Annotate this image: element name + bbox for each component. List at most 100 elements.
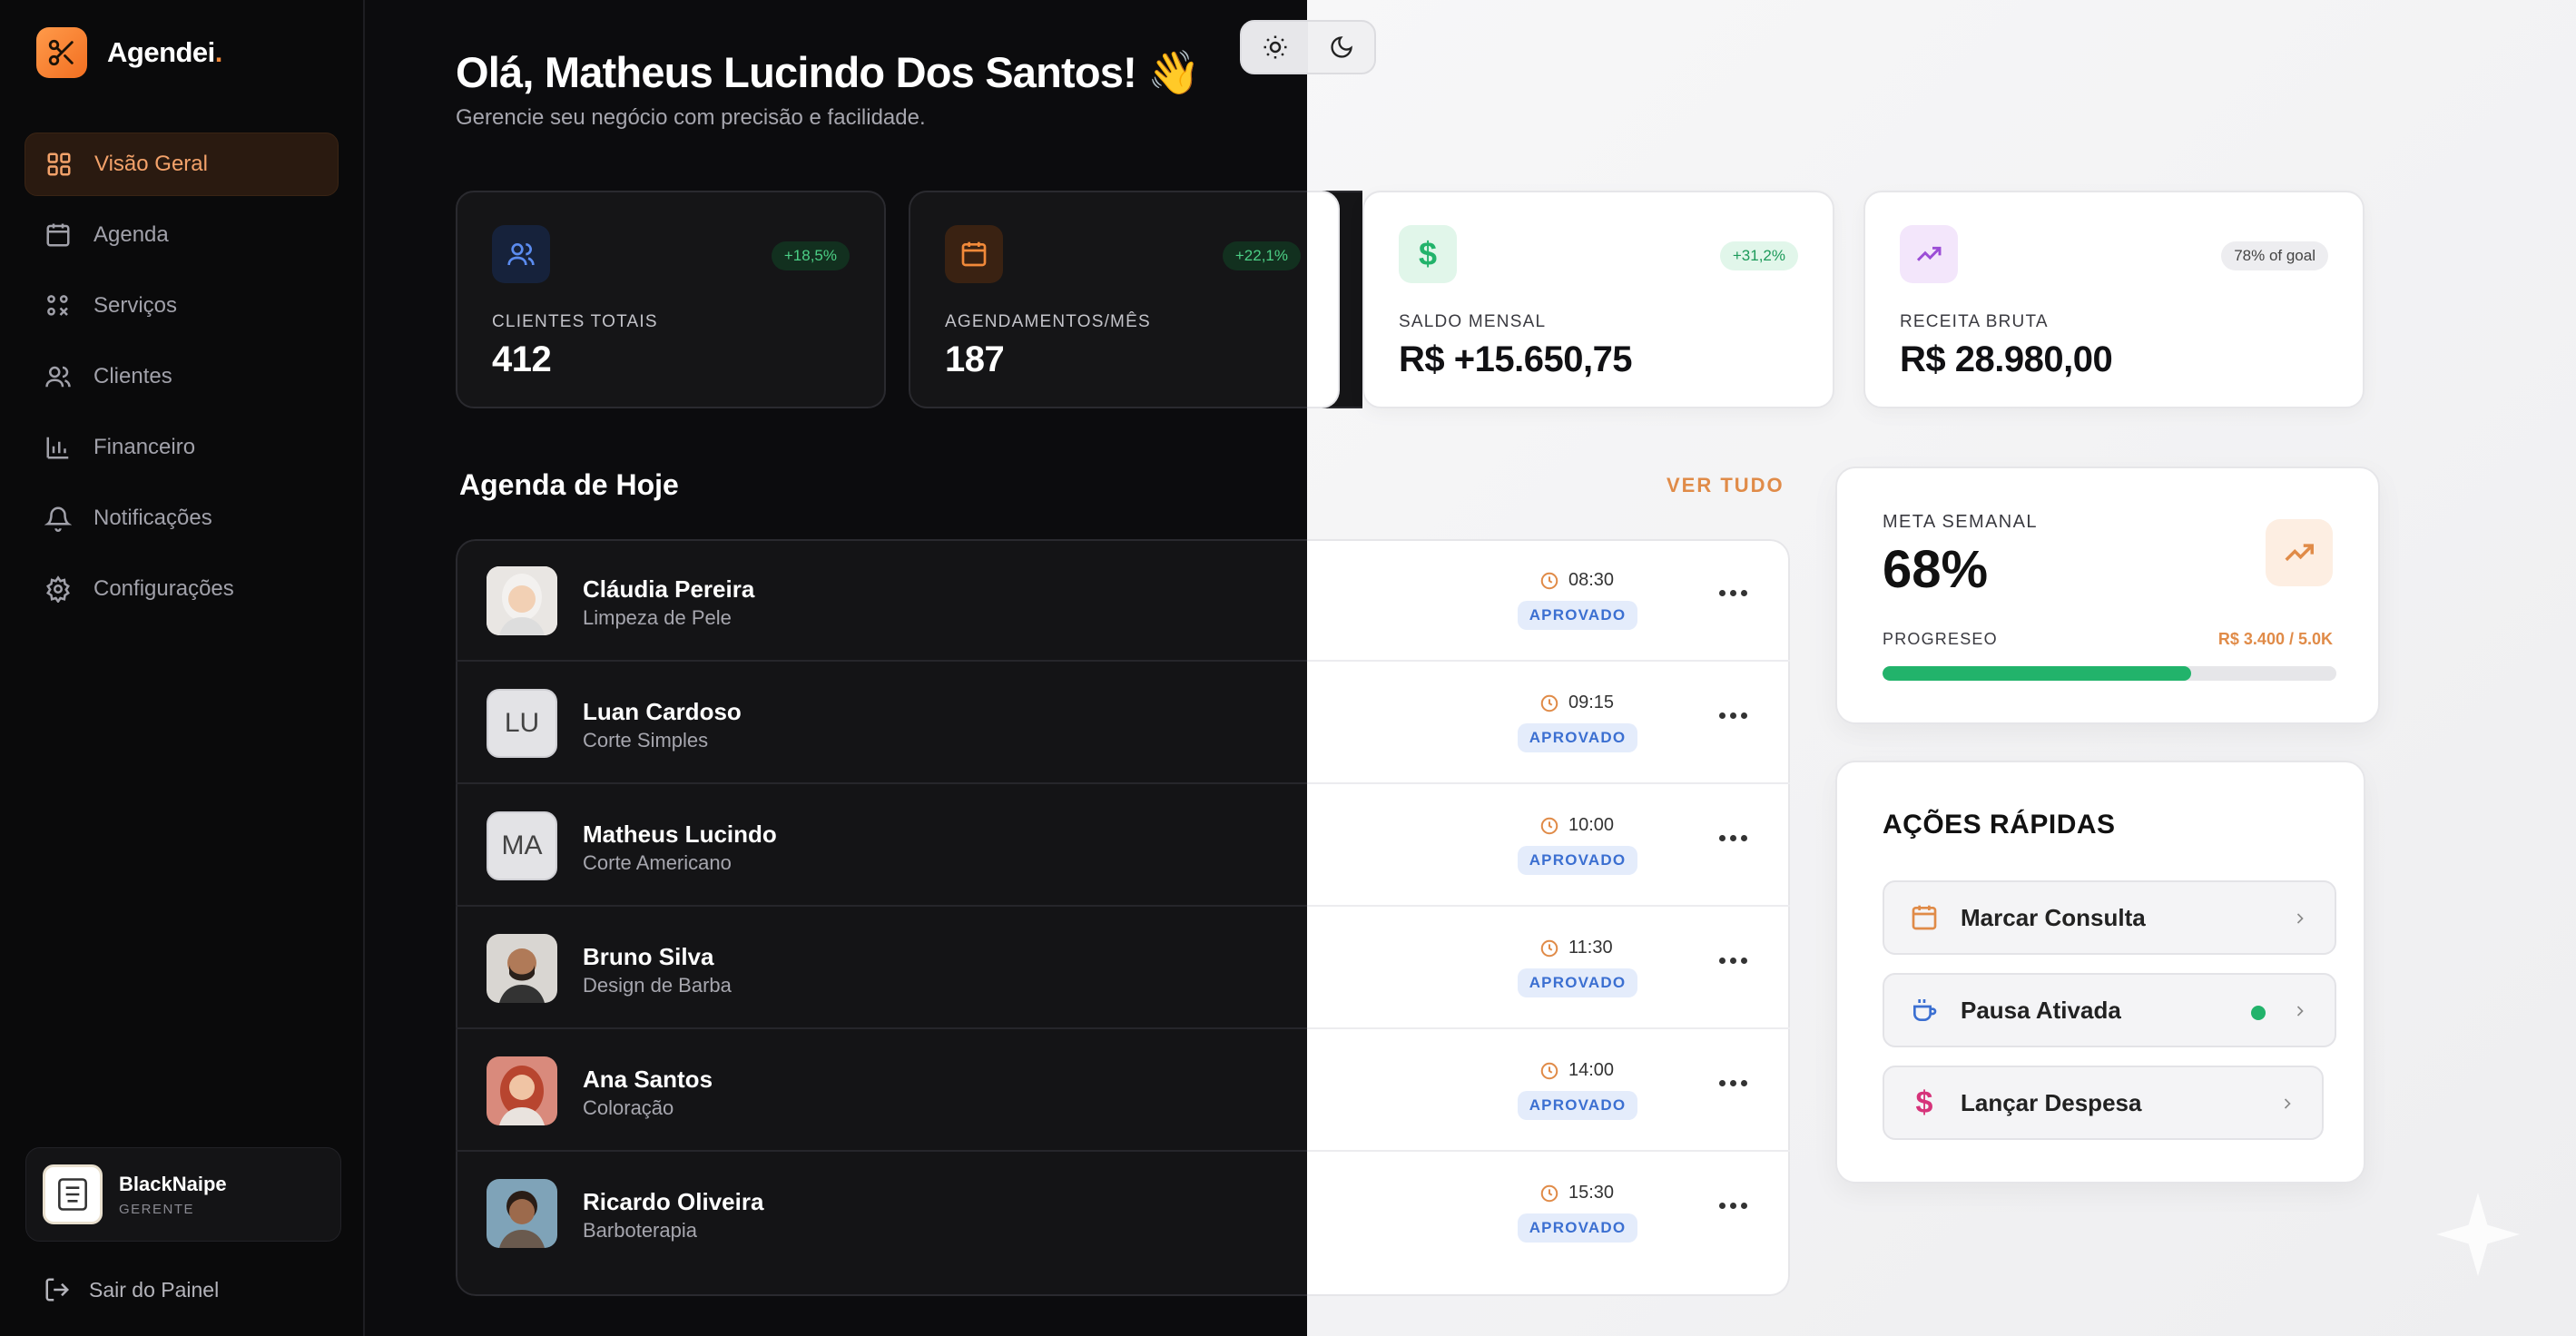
grid-icon — [47, 152, 71, 176]
stat-card-receita-bruta[interactable]: 78% of goal RECEITA BRUTA R$ 28.980,00 — [1863, 191, 2365, 408]
bell-icon — [44, 506, 72, 532]
stat-card-agendamentos-light-edge — [1307, 191, 1340, 408]
client-name: Ricardo Oliveira — [583, 1188, 764, 1215]
progress-label: PROGRESEO — [1883, 630, 1998, 648]
record-expense-button[interactable]: $ Lançar Despesa — [1883, 1066, 2324, 1140]
agenda-list: Cláudia Pereira Limpeza de Pele 08:30 AP… — [456, 539, 1790, 1296]
sun-icon — [1263, 35, 1286, 59]
sidebar-item-visao-geral[interactable]: Visão Geral — [25, 133, 339, 196]
services-icon — [47, 295, 68, 316]
progress-amount: R$ 3.400 / 5.0K — [2217, 630, 2333, 648]
profile-role: GERENTE — [119, 1201, 195, 1217]
more-options-icon[interactable] — [1719, 1203, 1747, 1209]
sidebar-item-label: Agenda — [93, 222, 169, 247]
brand[interactable]: Agendei. — [36, 27, 222, 78]
list-item[interactable]: Cláudia Pereira Limpeza de Pele 08:30 AP… — [456, 539, 1790, 662]
stat-label: RECEITA BRUTA — [1900, 312, 2049, 331]
sidebar-item-notificacoes[interactable]: Notificações — [25, 486, 339, 550]
calendar-icon — [46, 223, 70, 247]
stat-label: CLIENTES TOTAIS — [492, 312, 658, 331]
sidebar-item-agenda[interactable]: Agenda — [25, 203, 339, 267]
stat-badge: 78% of goal — [2221, 241, 2328, 270]
sparkle-icon — [2436, 1193, 2520, 1276]
stat-card-clientes-totais[interactable]: +18,5% CLIENTES TOTAIS 412 — [456, 191, 886, 408]
status-badge: APROVADO — [1518, 1091, 1637, 1120]
sidebar-item-financeiro[interactable]: Financeiro — [25, 416, 339, 479]
client-service: Corte Americano — [583, 851, 732, 874]
stat-card-saldo-mensal[interactable]: $ +31,2% SALDO MENSAL R$ +15.650,75 — [1362, 191, 1834, 408]
profile-name: BlackNaipe — [119, 1172, 227, 1195]
quick-actions-card: AÇÕES RÁPIDAS Marcar Consulta Pausa Ativ… — [1835, 761, 2365, 1184]
agenda-title: Agenda de Hoje — [459, 468, 679, 501]
status-badge: APROVADO — [1518, 723, 1637, 752]
avatar — [487, 1056, 557, 1125]
sidebar-item-label: Visão Geral — [94, 152, 208, 176]
more-options-icon[interactable] — [1719, 958, 1747, 964]
sidebar: Agendei. Visão Geral Agenda Serviços Cli… — [0, 0, 365, 1336]
appointment-time: 11:30 — [1539, 938, 1613, 958]
schedule-appointment-button[interactable]: Marcar Consulta — [1883, 880, 2336, 955]
users-icon — [492, 225, 550, 283]
status-badge: APROVADO — [1518, 846, 1637, 875]
appointment-time: 14:00 — [1539, 1060, 1614, 1081]
page-title: Olá, Matheus Lucindo Dos Santos! 👋 — [456, 48, 1201, 96]
brand-logo-icon — [36, 27, 87, 78]
sidebar-item-label: Serviços — [93, 293, 178, 318]
more-options-icon[interactable] — [1719, 712, 1747, 719]
active-status-dot — [2251, 1006, 2266, 1020]
logout-icon — [45, 1278, 70, 1302]
trending-up-icon — [2266, 519, 2333, 586]
status-badge: APROVADO — [1518, 968, 1637, 997]
stat-value: 187 — [945, 339, 1005, 379]
weekly-goal-card: META SEMANAL 68% PROGRESEO R$ 3.400 / 5.… — [1835, 467, 2380, 724]
dark-mode-button[interactable] — [1308, 22, 1374, 73]
page-subtitle: Gerencie seu negócio com precisão e faci… — [456, 105, 926, 130]
theme-toggle[interactable] — [1240, 20, 1376, 74]
stat-label: SALDO MENSAL — [1399, 312, 1547, 331]
client-service: Limpeza de Pele — [583, 606, 732, 629]
trending-up-icon — [1900, 225, 1958, 283]
list-item[interactable]: LU Luan Cardoso Corte Simples 09:15 APRO… — [456, 662, 1790, 784]
client-name: Cláudia Pereira — [583, 575, 755, 603]
quick-actions-title: AÇÕES RÁPIDAS — [1883, 810, 2116, 840]
more-options-icon[interactable] — [1719, 590, 1747, 596]
list-item[interactable]: Ana Santos Coloração 14:00 APROVADO — [456, 1029, 1790, 1152]
more-options-icon[interactable] — [1719, 835, 1747, 841]
avatar: MA — [487, 811, 557, 880]
clock-icon — [1540, 572, 1558, 589]
status-badge: APROVADO — [1518, 1213, 1637, 1243]
clock-icon — [1540, 817, 1558, 834]
light-mode-button[interactable] — [1242, 22, 1308, 73]
more-options-icon[interactable] — [1719, 1080, 1747, 1086]
sidebar-nav: Visão Geral Agenda Serviços Clientes Fin… — [25, 133, 339, 628]
sidebar-item-configuracoes[interactable]: Configurações — [25, 557, 339, 621]
pause-toggle-button[interactable]: Pausa Ativada — [1883, 973, 2336, 1047]
sidebar-item-clientes[interactable]: Clientes — [25, 345, 339, 408]
appointment-time: 10:00 — [1539, 815, 1614, 836]
stat-label: AGENDAMENTOS/MÊS — [945, 312, 1151, 331]
logout-label: Sair do Painel — [89, 1277, 220, 1302]
avatar — [487, 1179, 557, 1248]
progress-fill — [1883, 666, 2191, 681]
brand-name: Agendei. — [107, 36, 222, 68]
dollar-icon: $ — [1399, 225, 1457, 283]
stat-value: R$ 28.980,00 — [1900, 339, 2113, 379]
sidebar-item-servicos[interactable]: Serviços — [25, 274, 339, 338]
client-name: Bruno Silva — [583, 943, 714, 970]
see-all-link[interactable]: VER TUDO — [1667, 474, 1785, 497]
calendar-icon — [945, 225, 1003, 283]
stat-card-agendamentos[interactable]: +22,1% AGENDAMENTOS/MÊS 187 — [909, 191, 1362, 408]
list-item[interactable]: MA Matheus Lucindo Corte Americano 10:00… — [456, 784, 1790, 907]
sidebar-item-label: Configurações — [93, 576, 234, 601]
client-name: Luan Cardoso — [583, 698, 742, 725]
profile-card[interactable]: BlackNaipe GERENTE — [25, 1147, 341, 1242]
client-name: Ana Santos — [583, 1066, 713, 1093]
dollar-icon: $ — [1915, 1085, 1933, 1120]
stat-value: R$ +15.650,75 — [1399, 339, 1633, 379]
list-item[interactable]: Bruno Silva Design de Barba 11:30 APROVA… — [456, 907, 1790, 1029]
logout-button[interactable]: Sair do Painel — [44, 1276, 219, 1303]
list-item[interactable]: Ricardo Oliveira Barboterapia 15:30 APRO… — [456, 1152, 1790, 1274]
avatar — [43, 1164, 103, 1224]
client-service: Design de Barba — [583, 974, 732, 997]
chevron-right-icon — [2284, 1098, 2291, 1109]
